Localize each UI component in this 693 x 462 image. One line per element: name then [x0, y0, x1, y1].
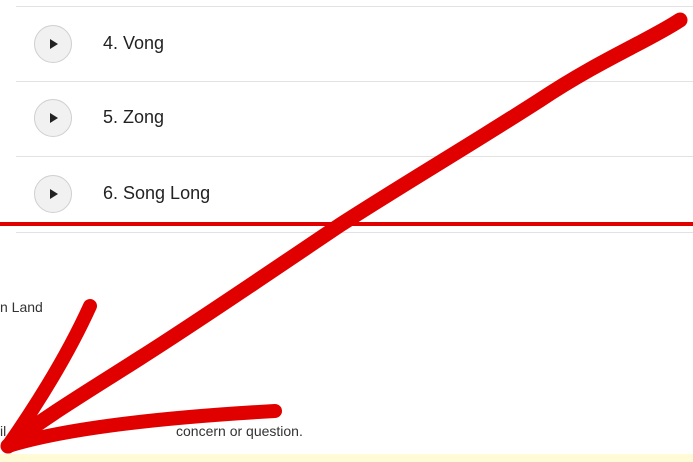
track-title[interactable]: 5. Zong [103, 107, 164, 128]
partial-text-land: n Land [0, 299, 43, 315]
red-divider-line [0, 222, 693, 226]
play-icon [50, 39, 58, 49]
track-row[interactable]: 4. Vong [16, 6, 693, 82]
partial-text-concern: concern or question. [176, 423, 303, 439]
play-button[interactable] [34, 99, 72, 137]
track-title[interactable]: 6. Song Long [103, 183, 210, 204]
play-button[interactable] [34, 25, 72, 63]
track-row[interactable]: 5. Zong [16, 81, 693, 157]
play-button[interactable] [34, 175, 72, 213]
play-icon [50, 113, 58, 123]
play-icon [50, 189, 58, 199]
partial-text-il: il [0, 423, 7, 439]
highlight-bar [0, 454, 693, 462]
track-title[interactable]: 4. Vong [103, 33, 164, 54]
